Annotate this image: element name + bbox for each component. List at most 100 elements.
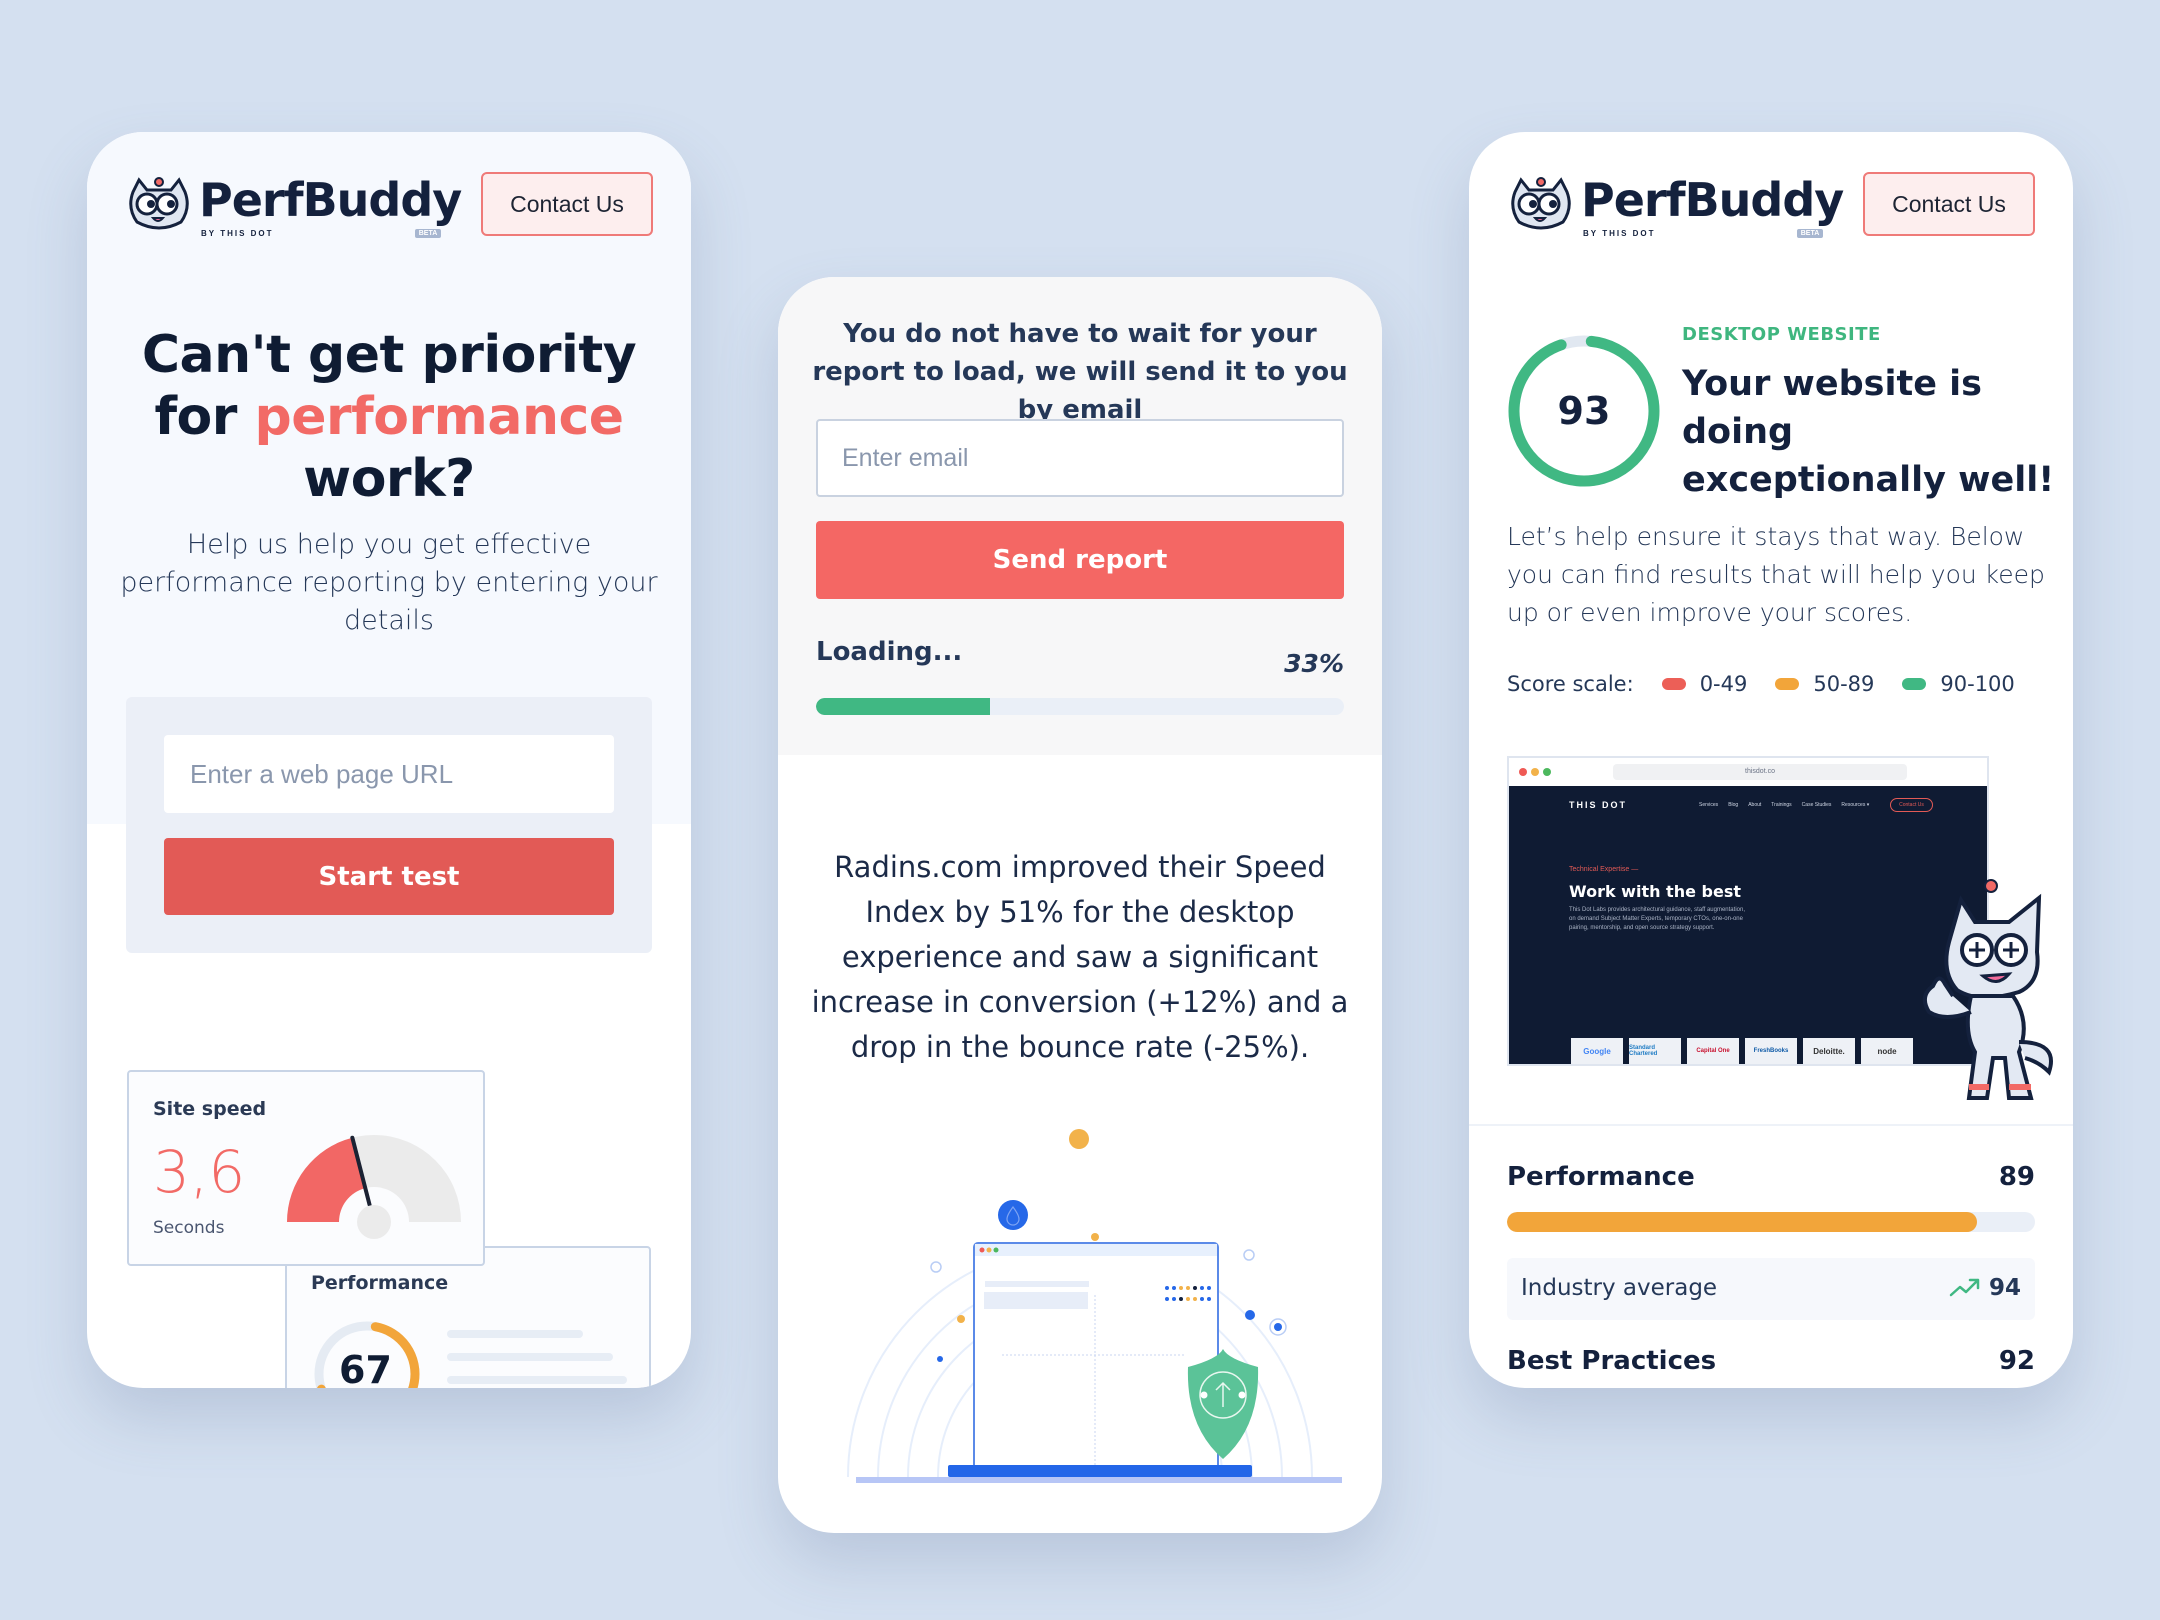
logo[interactable]: PerfBuddy BY THIS DOT BETA (1507, 173, 1844, 238)
laptop-base (948, 1465, 1252, 1477)
logo[interactable]: PerfBuddy BY THIS DOT BETA (125, 173, 462, 238)
skeleton-line (447, 1376, 627, 1384)
email-report-screen: You do not have to wait for your report … (778, 277, 1382, 1533)
orbit-dot (930, 1261, 942, 1273)
scale-pill-orange (1775, 678, 1800, 690)
brand-name: PerfBuddy (1581, 173, 1844, 227)
performance-preview-label: Performance (311, 1272, 449, 1294)
overall-score: 93 (1557, 389, 1611, 433)
email-note: You do not have to wait for your report … (812, 319, 1348, 425)
hero-title-line3: work? (303, 449, 475, 509)
url-input[interactable] (164, 735, 614, 813)
metric-best-practices-value: 92 (1998, 1346, 2035, 1376)
header: PerfBuddy BY THIS DOT BETA Contact Us (125, 172, 653, 238)
speed-gauge (287, 1135, 461, 1239)
loading-label: Loading... (816, 637, 963, 667)
hero-subtitle: Help us help you get effective performan… (120, 529, 658, 636)
preview-nav-item: Services (1699, 802, 1719, 808)
metric-performance-value: 89 (1998, 1162, 2035, 1192)
preview-nav-item: Resources ▾ (1841, 802, 1870, 808)
client-logo: Deloitte. (1803, 1038, 1855, 1064)
loading-percent: 33% (1284, 649, 1344, 678)
beta-badge: BETA (1796, 229, 1824, 238)
contact-us-button[interactable]: Contact Us (1863, 172, 2035, 236)
result-description: Let’s help ensure it stays that way. Bel… (1507, 522, 2045, 627)
orbit-dot (1243, 1249, 1255, 1261)
client-logo: Google (1571, 1038, 1623, 1064)
mascot-logo-icon (129, 177, 189, 230)
scale-item-low: 0-49 (1661, 672, 1748, 696)
section-divider (1469, 1124, 2073, 1126)
trending-up-icon (1949, 1278, 1980, 1297)
laptop-illustration (847, 1129, 1342, 1483)
hero-title-accent: performance (254, 387, 625, 447)
preview-nav-item: About (1748, 802, 1762, 808)
industry-average-value-wrap: 94 (1949, 1275, 2021, 1301)
skeleton-line (447, 1330, 583, 1338)
client-logo: Capital One (1687, 1038, 1739, 1064)
site-speed-value: 3,6 (153, 1138, 246, 1206)
metric-performance-label: Performance (1507, 1162, 1695, 1192)
scale-item-mid: 50-89 (1775, 672, 1874, 696)
loading-progress-fill (816, 698, 991, 715)
case-study-text: Radins.com improved their Speed Index by… (811, 850, 1349, 1064)
preview-client-logos: Google Standard Chartered Capital One Fr… (1571, 1038, 1913, 1064)
preview-brand: THIS DOT (1569, 800, 1627, 810)
metric-best-practices-label: Best Practices (1507, 1346, 1717, 1376)
scale-range: 50-89 (1813, 672, 1875, 696)
industry-average-label: Industry average (1521, 1275, 1718, 1301)
orbit-dot (1245, 1310, 1255, 1320)
brand-name: PerfBuddy (199, 173, 462, 227)
loading-progress-bar (816, 698, 1344, 715)
landing-screen: PerfBuddy BY THIS DOT BETA Contact Us Ca… (87, 132, 691, 1388)
metric-performance-fill (1507, 1212, 1977, 1232)
browser-toolbar: thisdot.co (1509, 758, 1987, 786)
scale-item-high: 90-100 (1902, 672, 2015, 696)
skeleton-line (447, 1353, 613, 1361)
preview-contact-button: Contact Us (1890, 798, 1933, 812)
performance-preview-score: 67 (339, 1348, 392, 1388)
orbit-dot (1069, 1129, 1089, 1149)
orbit-dot (937, 1356, 943, 1362)
start-test-button[interactable]: Start test (164, 838, 614, 915)
browser-url: thisdot.co (1613, 764, 1907, 780)
preview-nav: Services Blog About Trainings Case Studi… (1699, 802, 1869, 808)
email-section: You do not have to wait for your report … (778, 277, 1382, 755)
result-title: Your website is doing exceptionally well… (1682, 364, 2055, 500)
client-logo: node (1861, 1038, 1913, 1064)
close-dot-icon (1519, 768, 1527, 776)
client-logo: Standard Chartered (1629, 1038, 1681, 1064)
device-kicker: DESKTOP WEBSITE (1682, 324, 1881, 345)
scale-range: 0-49 (1699, 672, 1748, 696)
scale-pill-red (1661, 678, 1686, 690)
gauge-hub (357, 1205, 391, 1239)
beta-badge: BETA (414, 229, 442, 238)
results-screen: PerfBuddy BY THIS DOT BETA Contact Us 93… (1469, 132, 2073, 1388)
send-report-button[interactable]: Send report (816, 521, 1344, 599)
site-speed-label: Site speed (153, 1098, 267, 1120)
client-logo: FreshBooks (1745, 1038, 1797, 1064)
email-input[interactable] (816, 419, 1344, 497)
brand-byline: BY THIS DOT (201, 229, 274, 238)
orbit-dot (1274, 1323, 1282, 1331)
hero-title-for: for (154, 387, 255, 447)
performance-preview-card: Performance 67 (285, 1246, 651, 1388)
brand-byline: BY THIS DOT (1583, 229, 1656, 238)
mascot-thumbs-up-icon (1922, 879, 2053, 1100)
score-scale-legend: Score scale: 0-49 50-89 90-100 (1507, 672, 2015, 696)
scale-range: 90-100 (1940, 672, 2015, 696)
preview-title: Work with the best (1569, 882, 1741, 901)
hero-title-line1: Can't get priority (141, 325, 637, 385)
preview-nav-item: Case Studies (1801, 802, 1832, 808)
contact-us-button[interactable]: Contact Us (481, 172, 653, 236)
preview-description: This Dot Labs provides architectural gui… (1569, 907, 1745, 931)
preview-kicker: Technical Expertise — (1569, 866, 1639, 873)
hero-title: Can't get priority for performance work? (87, 324, 691, 510)
industry-average-row: Industry average 94 (1507, 1258, 2035, 1320)
industry-average-value: 94 (1988, 1275, 2021, 1301)
preview-nav-item: Trainings (1771, 802, 1792, 808)
url-test-form: Start test (126, 697, 652, 953)
scale-pill-green (1902, 678, 1927, 690)
ground-line (856, 1477, 1342, 1483)
site-speed-card: Site speed 3,6 Seconds (127, 1070, 485, 1266)
